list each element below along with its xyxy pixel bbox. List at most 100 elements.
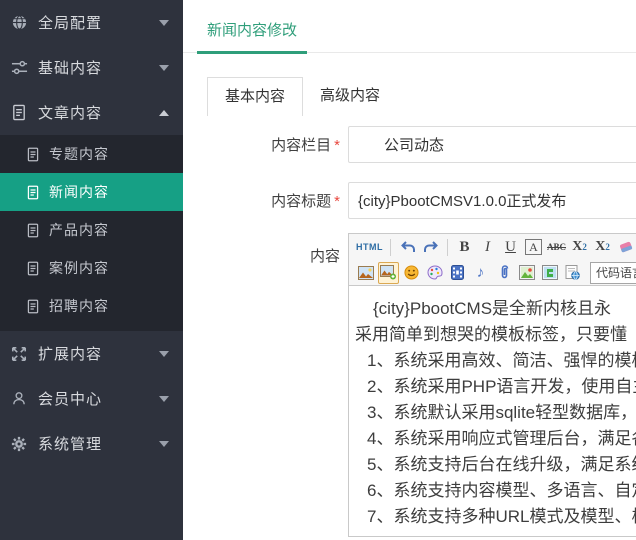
document-icon <box>25 184 41 200</box>
sidebar-item-label: 文章内容 <box>38 102 159 123</box>
toolbar-separator <box>390 239 391 256</box>
sidebar-item-label: 会员中心 <box>38 388 159 409</box>
category-select[interactable]: 公司动态 <box>348 126 636 163</box>
category-select-value: 公司动态 <box>384 134 444 155</box>
image-icon <box>358 266 374 280</box>
editor-text-line: 采用简单到想哭的模板标签，只要懂 <box>355 322 636 348</box>
insert-image-button[interactable] <box>355 262 376 284</box>
insert-link-button[interactable] <box>493 262 514 284</box>
undo-button[interactable] <box>397 236 418 258</box>
title-label: 内容标题* <box>183 190 340 211</box>
toolbar-separator <box>447 239 448 256</box>
page-tab-news-edit[interactable]: 新闻内容修改 <box>197 14 307 54</box>
sidebar-subitem-label: 产品内容 <box>49 220 109 240</box>
edit-form: 内容栏目* 公司动态 内容标题* {city}PbootCMSV1.0.0正式发… <box>183 126 636 537</box>
editor-content-area[interactable]: {city}PbootCMS是全新内核且永 采用简单到想哭的模板标签，只要懂 1… <box>349 286 636 536</box>
chevron-down-icon <box>159 65 169 71</box>
user-icon <box>9 389 29 408</box>
title-input[interactable]: {city}PbootCMSV1.0.0正式发布 <box>348 182 636 219</box>
required-asterisk: * <box>334 137 340 154</box>
editor-text-line: 5、系统支持后台在线升级，满足系统 <box>355 452 636 478</box>
editor-text-line: 7、系统支持多种URL模式及模型、栏 <box>355 504 636 530</box>
insert-flash-button[interactable] <box>539 262 560 284</box>
required-asterisk: * <box>334 193 340 210</box>
form-row-title: 内容标题* {city}PbootCMSV1.0.0正式发布 <box>183 182 636 219</box>
editor-toolbar-row2: ♪ 代码语言 <box>349 260 636 286</box>
font-color-glyph: A <box>525 239 542 255</box>
sidebar-item-system-manage[interactable]: 系统管理 <box>0 421 183 466</box>
editor-text-line: 1、系统采用高效、简洁、强悍的模板 <box>355 348 636 374</box>
title-input-value: {city}PbootCMSV1.0.0正式发布 <box>358 190 566 211</box>
category-label: 内容栏目* <box>183 134 340 155</box>
film-icon <box>451 265 464 280</box>
rich-text-editor: HTML B I U A ABC X2 X2 <box>348 233 636 537</box>
insert-music-button[interactable]: ♪ <box>470 262 491 284</box>
strikethrough-button[interactable]: ABC <box>546 236 567 258</box>
font-color-button[interactable]: A <box>523 236 544 258</box>
editor-toolbar-row1: HTML B I U A ABC X2 X2 <box>349 234 636 260</box>
content-label: 内容 <box>183 233 340 266</box>
editor-text-line: 3、系统默认采用sqlite轻型数据库， <box>355 400 636 426</box>
sidebar-item-label: 系统管理 <box>38 433 159 454</box>
bold-button[interactable]: B <box>454 236 475 258</box>
chevron-down-icon <box>159 441 169 447</box>
tab-basic-content[interactable]: 基本内容 <box>207 77 303 116</box>
insert-page-button[interactable] <box>562 262 583 284</box>
flash-icon <box>542 265 558 280</box>
tab-advanced-content[interactable]: 高级内容 <box>303 77 397 116</box>
sidebar-item-label: 基础内容 <box>38 57 159 78</box>
editor-text-line: 6、系统支持内容模型、多语言、自定 <box>355 478 636 504</box>
chevron-up-icon <box>159 110 169 116</box>
smiley-icon <box>404 265 419 280</box>
page-globe-icon <box>565 265 580 280</box>
globe-icon <box>9 13 29 32</box>
emoticon-button[interactable] <box>401 262 422 284</box>
editor-text-line: {city}PbootCMS是全新内核且永 <box>355 296 636 322</box>
document-icon <box>25 222 41 238</box>
sidebar-subitem-news[interactable]: 新闻内容 <box>0 173 183 211</box>
sidebar-subitem-product[interactable]: 产品内容 <box>0 211 183 249</box>
images-icon <box>380 265 397 280</box>
sidebar-item-extend-content[interactable]: 扩展内容 <box>0 331 183 376</box>
sidebar-subitem-case[interactable]: 案例内容 <box>0 249 183 287</box>
sidebar-subitem-recruit[interactable]: 招聘内容 <box>0 287 183 325</box>
sidebar-item-member-center[interactable]: 会员中心 <box>0 376 183 421</box>
form-row-category: 内容栏目* 公司动态 <box>183 126 636 163</box>
underline-button[interactable]: U <box>500 236 521 258</box>
palette-button[interactable] <box>424 262 445 284</box>
chevron-down-icon <box>159 396 169 402</box>
editor-text-line: 2、系统采用PHP语言开发，使用自主 <box>355 374 636 400</box>
sidebar-subitem-label: 新闻内容 <box>49 182 109 202</box>
insert-multi-image-button[interactable] <box>378 262 399 284</box>
paperclip-icon <box>497 265 511 280</box>
sidebar-subitem-topic[interactable]: 专题内容 <box>0 135 183 173</box>
html-source-button[interactable]: HTML <box>355 236 384 258</box>
insert-map-button[interactable] <box>516 262 537 284</box>
code-language-select[interactable]: 代码语言 <box>590 262 636 284</box>
sidebar-item-basic-content[interactable]: 基础内容 <box>0 45 183 90</box>
editor-text-line: 4、系统采用响应式管理后台，满足各 <box>355 426 636 452</box>
expand-icon <box>9 344 29 363</box>
redo-button[interactable] <box>420 236 441 258</box>
eraser-icon <box>618 240 634 255</box>
page-tab-bar: 新闻内容修改 <box>183 0 636 53</box>
sidebar-subitem-label: 专题内容 <box>49 144 109 164</box>
sidebar: 全局配置 基础内容 文章内容 专题内容 新闻内容 <box>0 0 183 540</box>
sidebar-submenu-article: 专题内容 新闻内容 产品内容 案例内容 招聘内容 <box>0 135 183 331</box>
form-row-content: 内容 HTML B I U A ABC <box>183 233 636 537</box>
main-content: 新闻内容修改 基本内容 高级内容 内容栏目* 公司动态 内容标题* {city}… <box>183 0 636 540</box>
insert-video-button[interactable] <box>447 262 468 284</box>
remove-format-button[interactable] <box>615 236 636 258</box>
content-tabs: 基本内容 高级内容 <box>207 77 636 116</box>
undo-icon <box>400 240 416 255</box>
sidebar-item-label: 全局配置 <box>38 12 159 33</box>
sidebar-item-article-content[interactable]: 文章内容 <box>0 90 183 135</box>
sidebar-item-global-config[interactable]: 全局配置 <box>0 0 183 45</box>
subscript-button[interactable]: X2 <box>592 236 613 258</box>
chevron-down-icon <box>159 20 169 26</box>
document-icon <box>25 260 41 276</box>
sliders-icon <box>9 58 29 77</box>
sidebar-subitem-label: 招聘内容 <box>49 296 109 316</box>
italic-button[interactable]: I <box>477 236 498 258</box>
superscript-button[interactable]: X2 <box>569 236 590 258</box>
